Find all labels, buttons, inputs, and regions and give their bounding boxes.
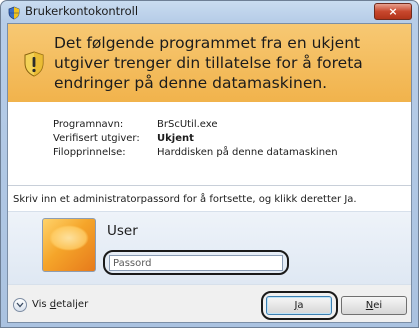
avatar — [42, 218, 96, 272]
uac-shield-icon — [7, 5, 21, 20]
detail-label: Verifisert utgiver: — [53, 133, 140, 144]
detail-label: Filopprinnelse: — [53, 147, 126, 158]
no-rest: ei — [373, 300, 383, 311]
yes-rest: a — [297, 300, 304, 311]
uac-dialog: Brukerkontokontroll × Det følgende progr… — [0, 0, 419, 328]
expand-details-button[interactable] — [13, 298, 27, 312]
divider — [8, 185, 411, 186]
footer: Vis detaljer Ja Nei — [8, 285, 411, 322]
close-icon: × — [388, 5, 398, 18]
detail-label: Programnavn: — [53, 119, 124, 130]
warning-banner: Det følgende programmet fra en ukjent ut… — [8, 24, 411, 102]
titlebar: Brukerkontokontroll × — [1, 1, 418, 23]
detail-value: Harddisken på denne datamaskinen — [157, 147, 338, 158]
user-name: User — [107, 223, 138, 239]
warning-message: Det følgende programmet fra en ukjent ut… — [54, 34, 363, 92]
credential-tile: User — [8, 211, 411, 285]
password-prompt: Skriv inn et administratorpassord for å … — [13, 194, 357, 205]
no-button[interactable]: Nei — [341, 296, 407, 315]
program-details: Programnavn: BrScUtil.exe Verifisert utg… — [8, 102, 411, 182]
detail-value: Ukjent — [157, 133, 194, 144]
warning-shield-icon — [23, 51, 45, 77]
details-prefix: Vis — [32, 299, 50, 310]
details-rest: etaljer — [56, 299, 89, 310]
yes-button[interactable]: Ja — [266, 296, 332, 315]
dialog-body: Det følgende programmet fra en ukjent ut… — [7, 23, 412, 323]
show-details-link[interactable]: Vis detaljer — [32, 299, 88, 310]
window-title: Brukerkontokontroll — [25, 4, 139, 18]
password-input[interactable] — [109, 255, 283, 271]
detail-value: BrScUtil.exe — [157, 119, 218, 130]
chevron-down-icon — [16, 302, 24, 308]
close-button[interactable]: × — [374, 3, 412, 20]
